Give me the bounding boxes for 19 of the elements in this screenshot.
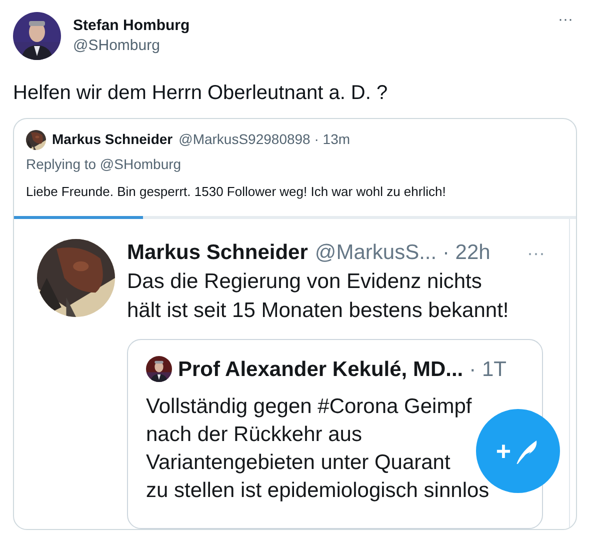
quoted-tweet-card[interactable] (13, 118, 577, 530)
replying-to-text: Replying to @SHomburg (26, 155, 182, 174)
more-button[interactable]: ··· (558, 12, 573, 27)
screenshot-author-handle: @MarkusS... · 22h (314, 240, 490, 266)
screenshot-quote-author: Prof Alexander Kekulé, MD... (178, 356, 464, 382)
screenshot-more-icon: ··· (527, 238, 545, 266)
screenshot-quote-line: nach der Rückkehr aus (146, 422, 362, 448)
quoted-author-name: Markus Schneider (52, 130, 173, 149)
screenshot-tweet-line: hält ist seit 15 Monaten bestens bekannt! (127, 298, 510, 324)
screenshot-quote-line: Vollständig gegen #Corona Geimpf (146, 394, 472, 420)
quoted-tweet-text: Liebe Freunde. Bin gesperrt. 1530 Follower weg! Ich war wohl zu ehrlich! (26, 183, 447, 201)
quoted-author-handle: @MarkusS92980898 · 13m (178, 130, 350, 149)
screenshot-quote-line: Variantengebieten unter Quarant (146, 450, 450, 476)
screenshot-tweet-line: Das die Regierung von Evidenz nichts (127, 268, 483, 294)
author-handle[interactable]: @SHomburg (73, 36, 190, 56)
author-name[interactable]: Stefan Homburg (73, 16, 190, 36)
screenshot-author-name: Markus Schneider (127, 240, 308, 266)
screenshot-quote-time: · 1T (469, 356, 506, 382)
tweet-text: Helfen wir dem Herrn Oberleutnant a. D. ? (13, 81, 389, 106)
